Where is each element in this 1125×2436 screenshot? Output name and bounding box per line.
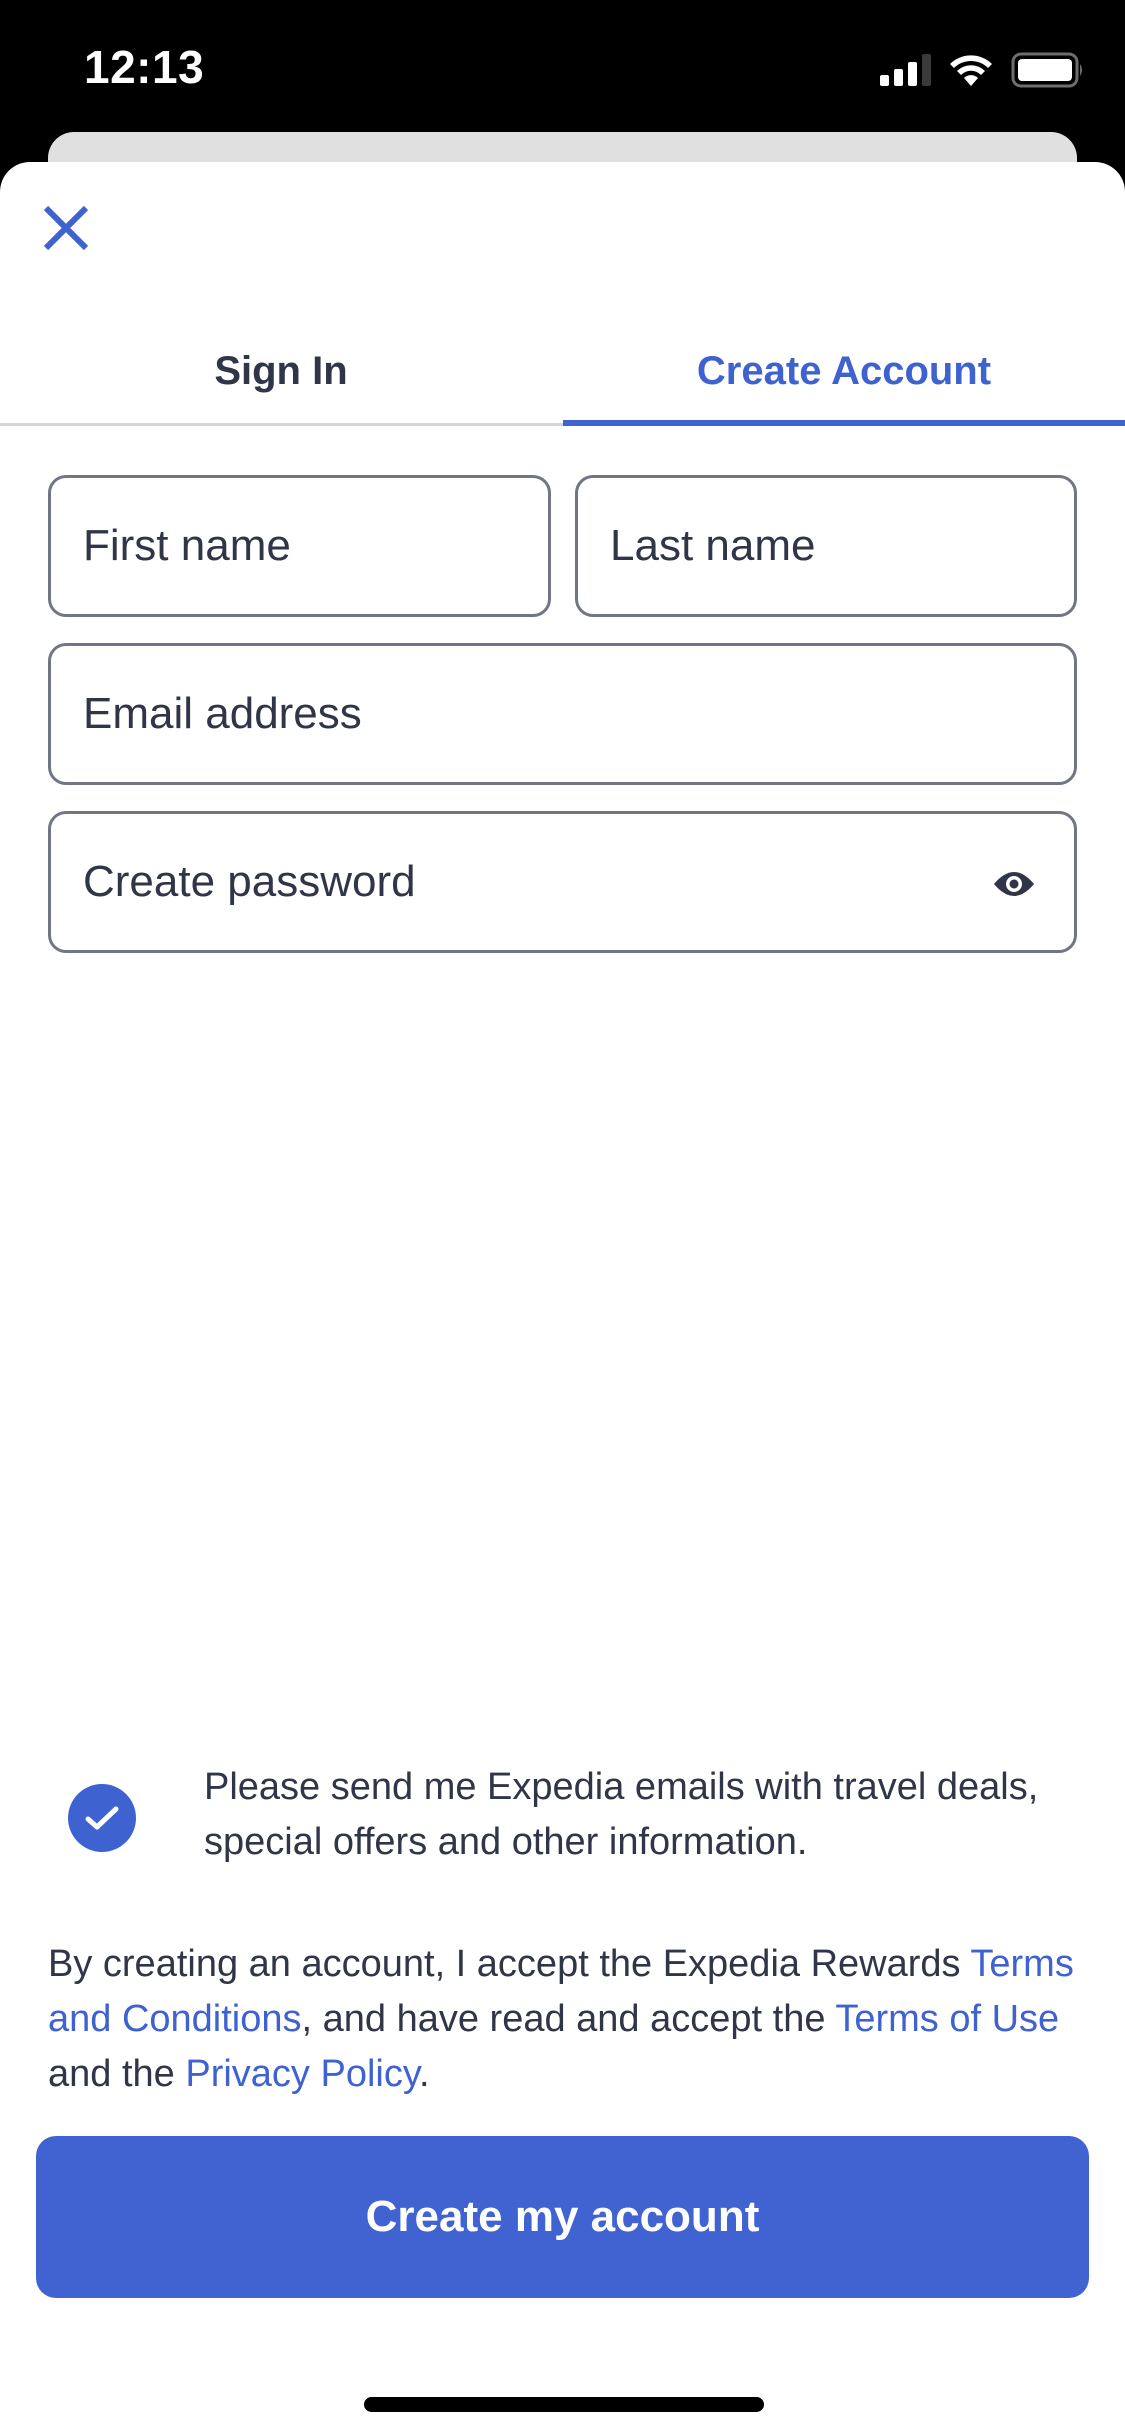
email-input[interactable] xyxy=(83,646,1042,782)
close-button[interactable] xyxy=(36,198,96,258)
optin-checkbox[interactable] xyxy=(68,1784,136,1852)
legal-text-part: , and have read and accept the xyxy=(301,1998,836,2040)
privacy-policy-link[interactable]: Privacy Policy xyxy=(185,2053,419,2095)
optin-label: Please send me Expedia emails with trave… xyxy=(204,1766,1039,1863)
home-indicator xyxy=(364,2397,764,2412)
tab-selected-indicator xyxy=(563,420,1125,426)
tab-sign-in[interactable]: Sign In xyxy=(0,320,562,422)
show-password-button[interactable] xyxy=(984,854,1044,914)
tab-create-account[interactable]: Create Account xyxy=(563,320,1125,422)
legal-text-part: and the xyxy=(48,2053,186,2095)
first-name-field xyxy=(48,475,551,617)
battery-icon xyxy=(1011,52,1082,88)
status-icons xyxy=(880,52,1085,88)
password-field xyxy=(48,811,1077,953)
first-name-input[interactable] xyxy=(83,478,516,614)
status-time: 12:13 xyxy=(84,41,205,93)
last-name-input[interactable] xyxy=(610,478,1042,614)
signal-icon xyxy=(880,54,931,86)
terms-of-use-link[interactable]: Terms of Use xyxy=(835,1998,1059,2040)
checkmark-icon xyxy=(85,1806,119,1830)
password-input[interactable] xyxy=(83,814,954,950)
last-name-field xyxy=(575,475,1077,617)
auth-tabs: Sign In Create Account xyxy=(0,320,1125,426)
close-icon xyxy=(43,205,89,251)
wifi-icon xyxy=(950,55,992,86)
status-bar: 12:13 xyxy=(0,0,1125,132)
eye-icon xyxy=(994,872,1034,896)
legal-text-part: By creating an account, I accept the Exp… xyxy=(48,1943,971,1985)
create-account-button[interactable]: Create my account xyxy=(36,2136,1089,2298)
legal-text-part: . xyxy=(419,2053,430,2095)
legal-text: By creating an account, I accept the Exp… xyxy=(48,1937,1088,2102)
email-field xyxy=(48,643,1077,785)
